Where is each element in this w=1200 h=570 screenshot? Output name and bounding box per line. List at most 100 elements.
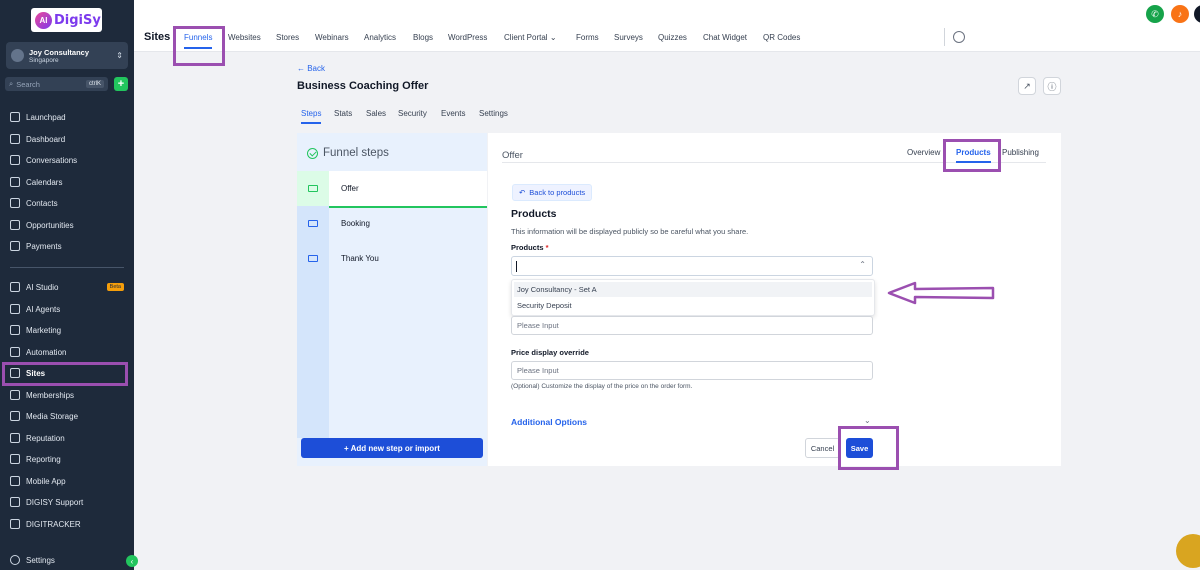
- tab-steps[interactable]: Steps: [301, 109, 322, 124]
- brand-logo[interactable]: AI DigiSy: [31, 8, 102, 32]
- sidebar-search-input[interactable]: ⌕ Search ctrlK: [5, 77, 108, 91]
- email-icon: [308, 185, 318, 192]
- sidebar-item-digisy-support[interactable]: DIGISY Support: [0, 493, 134, 511]
- required-marker: *: [545, 243, 549, 252]
- back-to-products-button[interactable]: ↶ Back to products: [512, 184, 593, 201]
- sidebar-item-memberships[interactable]: Memberships: [0, 386, 134, 404]
- sidebar-item-contacts[interactable]: Contacts: [0, 194, 134, 212]
- chevron-down-icon[interactable]: ⌄: [864, 416, 871, 425]
- products-label-text: Products: [511, 243, 544, 252]
- tab-websites[interactable]: Websites: [228, 33, 261, 42]
- cancel-button[interactable]: Cancel: [805, 438, 840, 458]
- sidebar-item-media-storage[interactable]: Media Storage: [0, 407, 134, 425]
- send-icon: [10, 325, 20, 335]
- sidebar-item-calendars[interactable]: Calendars: [0, 173, 134, 191]
- chevron-up-icon: ⌃: [859, 260, 866, 269]
- add-step-button[interactable]: + Add new step or import: [301, 438, 483, 458]
- sidebar-item-label: Reporting: [26, 454, 61, 464]
- product-price-input[interactable]: Please Input: [511, 316, 873, 335]
- tab-publishing[interactable]: Publishing: [1002, 148, 1039, 157]
- products-dropdown: Joy Consultancy - Set A Security Deposit: [511, 279, 875, 316]
- step-thank-you[interactable]: Thank You: [297, 241, 487, 276]
- tab-security[interactable]: Security: [398, 109, 427, 118]
- back-link[interactable]: ← Back: [297, 64, 325, 73]
- funnel-steps-panel: Funnel steps Offer Booking Thank You + A…: [297, 133, 487, 466]
- quick-add-button[interactable]: +: [114, 77, 128, 91]
- sidebar-item-dashboard[interactable]: Dashboard: [0, 130, 134, 148]
- tab-chat-widget[interactable]: Chat Widget: [703, 33, 747, 42]
- sidebar-item-label: Automation: [26, 347, 67, 357]
- sidebar-item-label: Calendars: [26, 177, 63, 187]
- support-icon: [10, 497, 20, 507]
- sidebar-item-label: AI Agents: [26, 304, 61, 314]
- tab-client-portal[interactable]: Client Portal ⌄: [504, 33, 557, 42]
- gear-icon: [10, 555, 20, 565]
- sidebar-item-mobile-app[interactable]: Mobile App: [0, 472, 134, 490]
- mobile-icon: [10, 476, 20, 486]
- tab-forms[interactable]: Forms: [576, 33, 599, 42]
- tab-stats[interactable]: Stats: [334, 109, 352, 118]
- tracker-icon: [10, 519, 20, 529]
- account-switcher[interactable]: Joy Consultancy Singapore ⇕: [6, 42, 128, 69]
- sidebar-item-automation[interactable]: Automation: [0, 343, 134, 361]
- additional-options-toggle[interactable]: Additional Options: [511, 417, 587, 427]
- sidebar-item-digitracker[interactable]: DIGITRACKER: [0, 515, 134, 533]
- sidebar-item-settings[interactable]: Settings: [0, 551, 134, 569]
- avatar[interactable]: [1194, 5, 1200, 23]
- tab-events[interactable]: Events: [441, 109, 465, 118]
- sidebar-item-label: Marketing: [26, 325, 62, 335]
- bell-icon[interactable]: ♪: [1171, 5, 1189, 23]
- sidebar-item-ai-studio[interactable]: AI Studio Beta: [0, 278, 134, 296]
- automation-icon: [10, 347, 20, 357]
- sidebar-item-payments[interactable]: Payments: [0, 237, 134, 255]
- products-select[interactable]: ⌃: [511, 256, 873, 276]
- tab-surveys[interactable]: Surveys: [614, 33, 643, 42]
- sidebar-item-ai-agents[interactable]: AI Agents: [0, 300, 134, 318]
- funnel-steps-title: Funnel steps: [323, 147, 389, 159]
- products-section-title: Products: [511, 208, 557, 220]
- step-label: Offer: [341, 184, 359, 193]
- sidebar-item-label: Memberships: [26, 390, 75, 400]
- account-avatar: [11, 49, 24, 62]
- tab-settings[interactable]: Settings: [479, 109, 508, 118]
- step-label: Booking: [341, 219, 370, 228]
- step-icon-cell: [297, 241, 329, 276]
- step-offer[interactable]: Offer: [297, 171, 487, 206]
- sidebar-item-opportunities[interactable]: Opportunities: [0, 216, 134, 234]
- ai-agents-icon: [10, 304, 20, 314]
- phone-icon[interactable]: ✆: [1146, 5, 1164, 23]
- tab-sales[interactable]: Sales: [366, 109, 386, 118]
- sidebar-item-reporting[interactable]: Reporting: [0, 450, 134, 468]
- media-icon: [10, 411, 20, 421]
- gear-icon[interactable]: [953, 31, 965, 43]
- tab-blogs[interactable]: Blogs: [413, 33, 433, 42]
- price-override-input[interactable]: Please Input: [511, 361, 873, 380]
- step-label: Thank You: [341, 254, 379, 263]
- step-booking[interactable]: Booking: [297, 206, 487, 241]
- opportunities-icon: [10, 220, 20, 230]
- tab-analytics[interactable]: Analytics: [364, 33, 396, 42]
- tab-webinars[interactable]: Webinars: [315, 33, 349, 42]
- sidebar-item-conversations[interactable]: Conversations: [0, 151, 134, 169]
- section-title: Sites: [144, 31, 171, 43]
- sidebar-item-marketing[interactable]: Marketing: [0, 321, 134, 339]
- dropdown-option[interactable]: Joy Consultancy - Set A: [514, 282, 872, 297]
- external-link-icon[interactable]: ↗: [1018, 77, 1036, 95]
- sidebar-item-label: Contacts: [26, 198, 58, 208]
- funnel-steps-heading: Funnel steps: [307, 147, 389, 159]
- save-annotation-box: [838, 426, 899, 470]
- text-cursor: [516, 261, 517, 272]
- dropdown-option[interactable]: Security Deposit: [514, 298, 872, 313]
- info-icon[interactable]: ⓘ: [1043, 77, 1061, 95]
- chat-widget-button[interactable]: [1176, 534, 1200, 568]
- sidebar-item-launchpad[interactable]: Launchpad: [0, 108, 134, 126]
- tab-stores[interactable]: Stores: [276, 33, 299, 42]
- sidebar-item-reputation[interactable]: Reputation: [0, 429, 134, 447]
- tab-overview[interactable]: Overview: [907, 148, 940, 157]
- collapse-sidebar-button[interactable]: ‹: [126, 555, 138, 567]
- tab-qr-codes[interactable]: QR Codes: [763, 33, 800, 42]
- grid-icon: [10, 134, 20, 144]
- memberships-icon: [10, 390, 20, 400]
- tab-quizzes[interactable]: Quizzes: [658, 33, 687, 42]
- tab-wordpress[interactable]: WordPress: [448, 33, 487, 42]
